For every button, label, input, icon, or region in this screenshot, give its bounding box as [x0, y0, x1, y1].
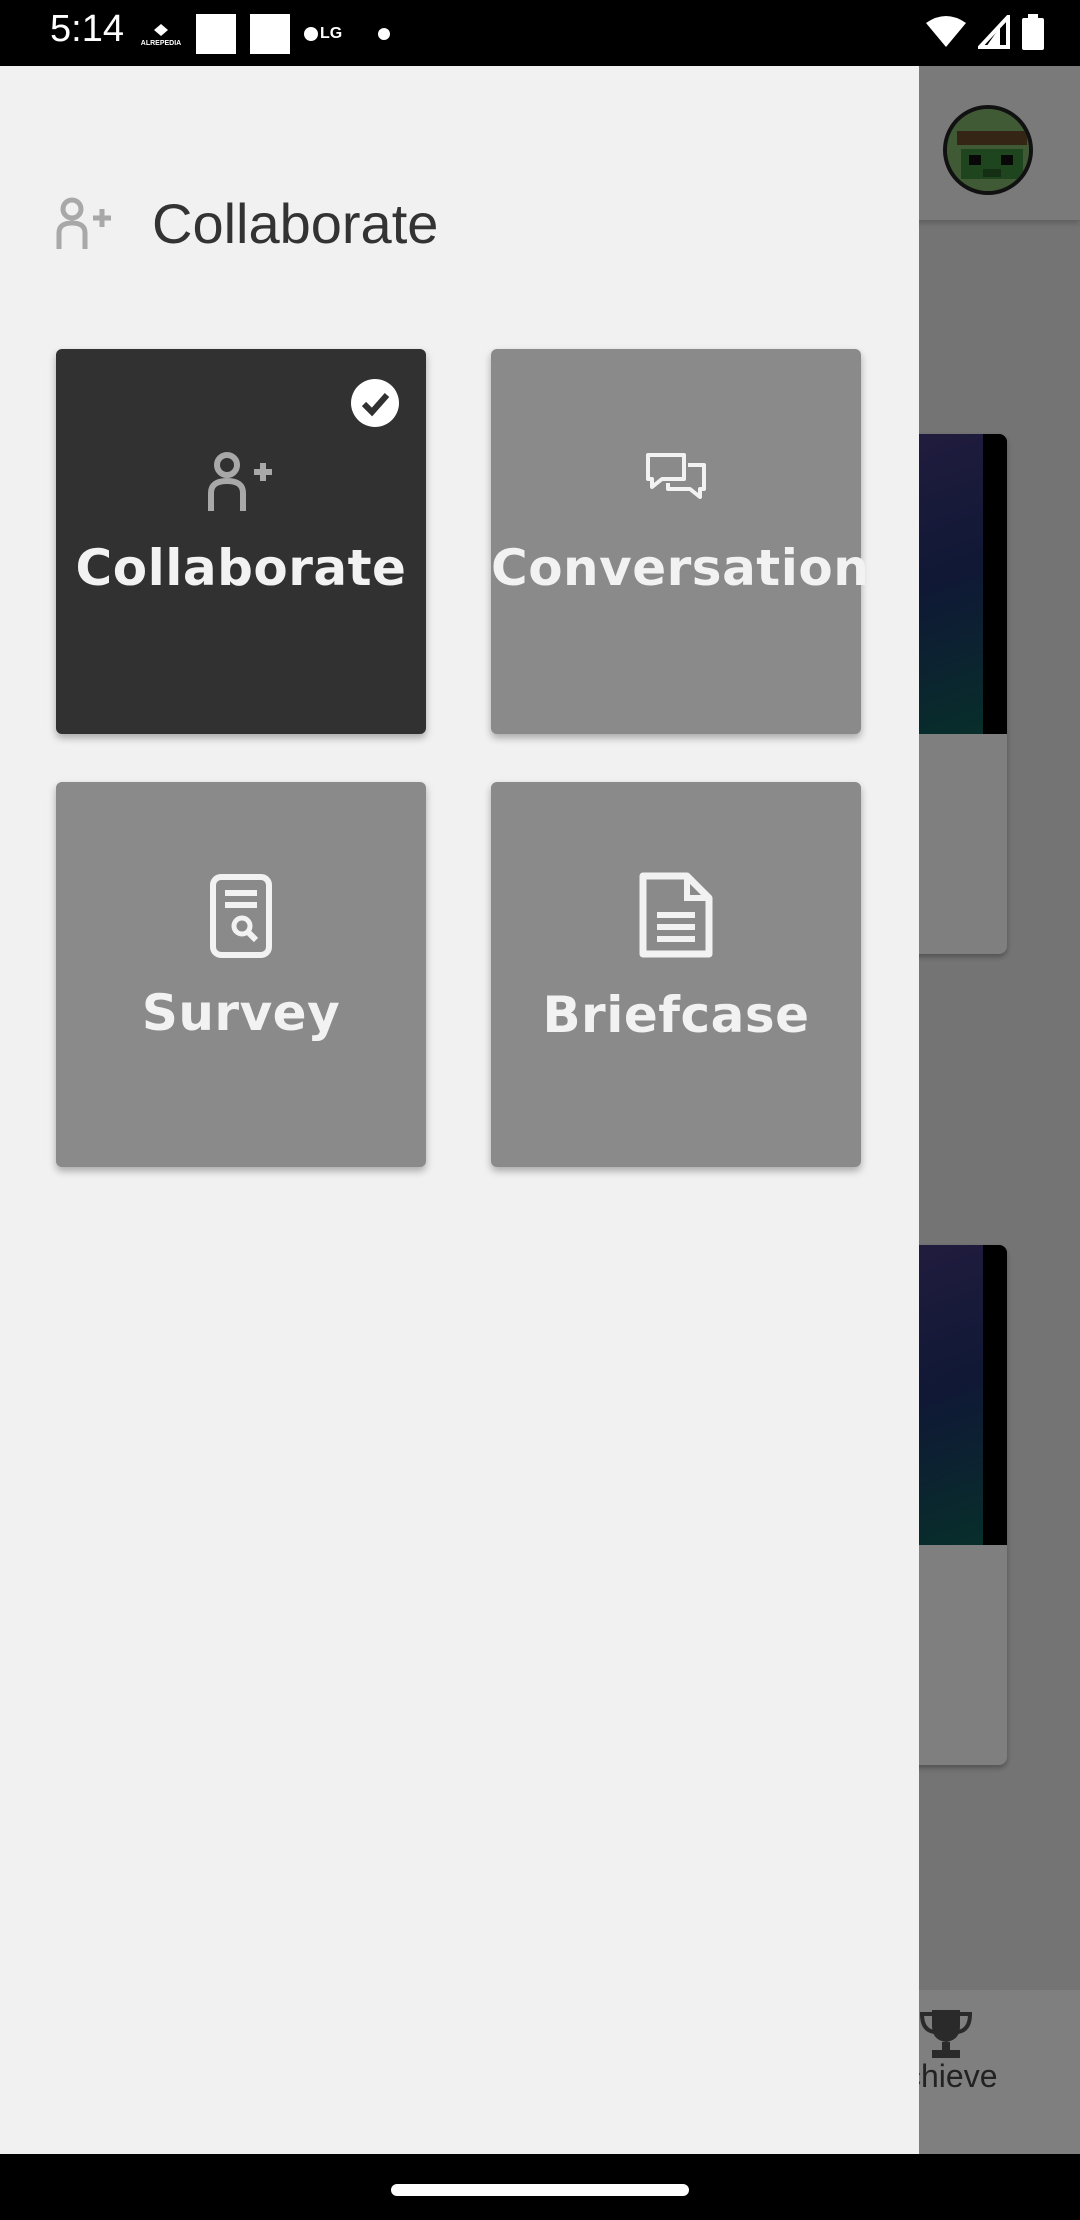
image-notification-icon	[250, 14, 290, 54]
checkmark-icon	[351, 379, 399, 427]
tile-survey[interactable]: Survey	[56, 782, 426, 1167]
document-icon	[639, 872, 713, 958]
add-person-icon	[56, 197, 111, 249]
drawer-title: Collaborate	[152, 192, 439, 255]
cell-signal-icon	[978, 15, 1010, 49]
image-notification-icon	[196, 14, 236, 54]
status-time: 5:14	[50, 8, 124, 50]
lg-notification-icon: LG	[304, 25, 342, 43]
tile-label: Conversation	[491, 539, 870, 597]
tile-label: Briefcase	[542, 986, 810, 1044]
battery-icon	[1022, 14, 1044, 50]
app-notification-icon: ALREPEDIA	[140, 22, 182, 47]
drawer-header: Collaborate	[56, 191, 438, 256]
system-nav-bar	[0, 2154, 1080, 2220]
notification-icons: ALREPEDIA LG	[140, 14, 391, 54]
wifi-icon	[926, 16, 966, 47]
tile-label: Survey	[141, 984, 341, 1042]
tile-collaborate[interactable]: Collaborate	[56, 349, 426, 734]
chat-bubbles-icon	[646, 453, 706, 499]
tile-briefcase[interactable]: Briefcase	[491, 782, 861, 1167]
survey-search-icon	[210, 874, 272, 958]
tile-conversation[interactable]: Conversation	[491, 349, 870, 734]
add-person-icon	[208, 452, 272, 511]
navigation-drawer: Collaborate Collaborate Conversation Sur…	[0, 66, 919, 2154]
status-bar: 5:14 ALREPEDIA LG	[0, 0, 1080, 66]
home-gesture-handle[interactable]	[391, 2184, 689, 2196]
system-icons	[926, 14, 1044, 50]
tile-label: Collaborate	[75, 539, 407, 597]
more-notifications-dot-icon	[378, 28, 391, 40]
